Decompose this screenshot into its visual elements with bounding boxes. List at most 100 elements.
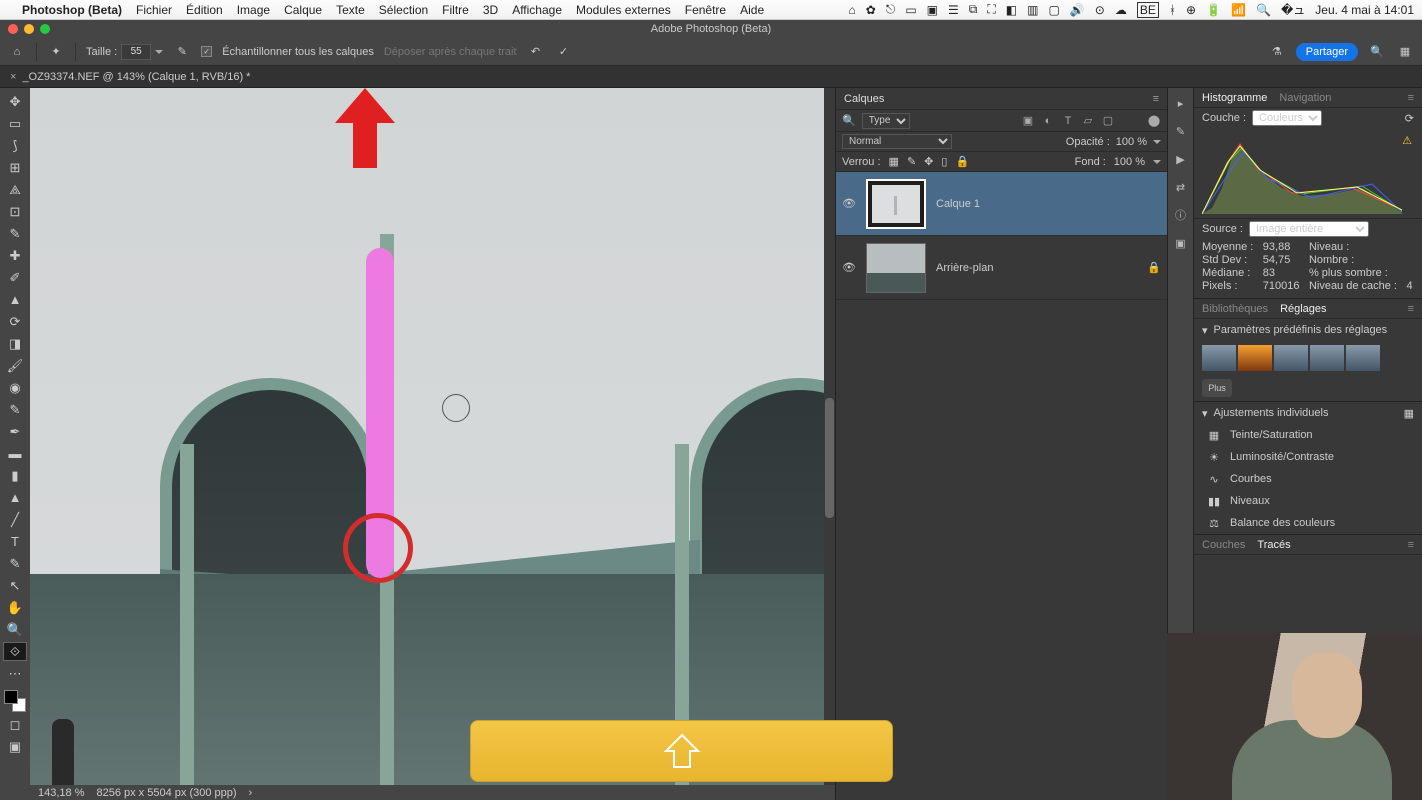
- visibility-icon[interactable]: 👁: [842, 197, 856, 210]
- size-input[interactable]: [121, 44, 151, 60]
- menu-window[interactable]: Fenêtre: [685, 3, 726, 17]
- document-canvas[interactable]: [30, 88, 824, 794]
- tray-icon[interactable]: ▭: [905, 3, 916, 17]
- paths-tab[interactable]: Tracés: [1257, 539, 1290, 551]
- quick-select-tool[interactable]: ⊞: [3, 158, 27, 177]
- tray-icon[interactable]: ▢: [1048, 3, 1059, 17]
- filter-adjust-icon[interactable]: ◐: [1041, 114, 1055, 128]
- frame-tool[interactable]: ⊡: [3, 202, 27, 221]
- screen-mode-icon[interactable]: ▣: [3, 737, 27, 756]
- flask-icon[interactable]: ⚗: [1268, 43, 1286, 61]
- adjust-icon[interactable]: ⇄: [1172, 178, 1190, 196]
- menu-file[interactable]: Fichier: [136, 3, 172, 17]
- panel-expand-icon[interactable]: ▸: [1172, 94, 1190, 112]
- panel-menu-icon[interactable]: ≡: [1153, 93, 1159, 105]
- line-tool[interactable]: ╱: [3, 510, 27, 529]
- tray-icon[interactable]: ⎋: [886, 2, 896, 17]
- blend-mode-select[interactable]: Normal: [842, 134, 952, 149]
- panel-menu-icon[interactable]: ≡: [1408, 92, 1414, 104]
- canvas-scrollbar[interactable]: [824, 88, 835, 800]
- preset-thumb[interactable]: [1274, 345, 1308, 371]
- search-icon[interactable]: 🔍: [1368, 43, 1386, 61]
- path-select-tool[interactable]: ✎: [3, 554, 27, 573]
- tray-icon[interactable]: ☰: [948, 3, 959, 17]
- menu-selection[interactable]: Sélection: [379, 3, 428, 17]
- filter-type-icon[interactable]: T: [1061, 114, 1075, 128]
- tray-icon[interactable]: ☁: [1115, 3, 1127, 17]
- layer-row[interactable]: 👁 Arrière-plan 🔒: [836, 236, 1167, 300]
- menu-3d[interactable]: 3D: [483, 3, 498, 17]
- healing-tool[interactable]: ✚: [3, 246, 27, 265]
- lock-artboard-icon[interactable]: ▯: [941, 155, 947, 168]
- layer-thumbnail[interactable]: [866, 243, 926, 293]
- tray-icon[interactable]: ⛶: [987, 2, 995, 17]
- filter-shape-icon[interactable]: ▱: [1081, 114, 1095, 128]
- brushes-icon[interactable]: ✎: [1172, 122, 1190, 140]
- clock[interactable]: Jeu. 4 mai à 14:01: [1315, 3, 1414, 17]
- menu-view[interactable]: Affichage: [512, 3, 562, 17]
- libraries-tab[interactable]: Bibliothèques: [1202, 303, 1268, 315]
- adjust-brightness[interactable]: ☀Luminosité/Contraste: [1194, 446, 1422, 468]
- menu-layer[interactable]: Calque: [284, 3, 322, 17]
- pressure-icon[interactable]: ✎: [173, 43, 191, 61]
- lasso-tool[interactable]: ⟆: [3, 136, 27, 155]
- menu-image[interactable]: Image: [237, 3, 270, 17]
- edit-toolbar[interactable]: ⋯: [3, 664, 27, 683]
- adjustments-tab[interactable]: Réglages: [1280, 303, 1326, 315]
- adjust-color-balance[interactable]: ⚖Balance des couleurs: [1194, 512, 1422, 534]
- tool-preset-icon[interactable]: ✦: [47, 43, 65, 61]
- marquee-tool[interactable]: ▭: [3, 114, 27, 133]
- close-tab-icon[interactable]: ×: [10, 71, 16, 83]
- direct-select-tool[interactable]: ↖: [3, 576, 27, 595]
- bucket-tool[interactable]: ▮: [3, 466, 27, 485]
- pen-tool[interactable]: ✒: [3, 422, 27, 441]
- workspace-icon[interactable]: ▦: [1396, 43, 1414, 61]
- menu-edit[interactable]: Édition: [186, 3, 223, 17]
- adjust-curves[interactable]: ∿Courbes: [1194, 468, 1422, 490]
- search-icon[interactable]: 🔍: [1256, 3, 1271, 17]
- lock-transparency-icon[interactable]: ▦: [889, 155, 899, 168]
- filter-toggle-icon[interactable]: ⬤: [1147, 114, 1161, 128]
- filter-smart-icon[interactable]: ▢: [1101, 114, 1115, 128]
- remove-tool[interactable]: ⟐: [3, 642, 27, 661]
- tray-icon[interactable]: ⌂: [849, 3, 856, 17]
- layer-name[interactable]: Calque 1: [936, 198, 980, 210]
- wifi-icon[interactable]: 📶: [1231, 3, 1246, 17]
- preset-thumb[interactable]: [1238, 345, 1272, 371]
- dodge-tool[interactable]: ✎: [3, 400, 27, 419]
- size-dropdown-icon[interactable]: [155, 50, 163, 54]
- crop-tool[interactable]: ⟁: [3, 180, 27, 199]
- status-chevron-icon[interactable]: ›: [249, 787, 253, 799]
- menu-help[interactable]: Aide: [740, 3, 764, 17]
- source-select[interactable]: Image entière: [1249, 221, 1369, 237]
- visibility-icon[interactable]: 👁: [842, 261, 856, 274]
- lock-position-icon[interactable]: ✥: [924, 155, 933, 168]
- home-icon[interactable]: ⌂: [8, 43, 26, 61]
- channel-select[interactable]: Couleurs: [1252, 110, 1322, 126]
- channels-tab[interactable]: Couches: [1202, 539, 1245, 551]
- filter-pixel-icon[interactable]: ▣: [1021, 114, 1035, 128]
- tray-icon[interactable]: ⊙: [1095, 3, 1105, 17]
- tray-icon[interactable]: ✿: [866, 3, 876, 17]
- fill-value[interactable]: 100 %: [1114, 156, 1145, 168]
- tray-icon[interactable]: 🔊: [1070, 3, 1085, 17]
- tray-icon[interactable]: ◧: [1006, 3, 1017, 17]
- commit-icon[interactable]: ✓: [555, 43, 573, 61]
- lock-pixels-icon[interactable]: ✎: [907, 155, 916, 168]
- menu-text[interactable]: Texte: [336, 3, 365, 17]
- info-icon[interactable]: ⓘ: [1172, 206, 1190, 224]
- layer-row[interactable]: 👁 Calque 1: [836, 172, 1167, 236]
- layers-tab[interactable]: Calques: [844, 93, 884, 105]
- lang-indicator[interactable]: BE: [1137, 2, 1159, 18]
- share-button[interactable]: Partager: [1296, 43, 1358, 61]
- lock-icon[interactable]: 🔒: [1147, 261, 1161, 274]
- adjust-levels[interactable]: ▮▮Niveaux: [1194, 490, 1422, 512]
- lock-all-icon[interactable]: 🔒: [955, 155, 969, 168]
- blur-tool[interactable]: ◉: [3, 378, 27, 397]
- brush-tool[interactable]: ✐: [3, 268, 27, 287]
- control-center-icon[interactable]: �ュ: [1281, 1, 1305, 18]
- preset-thumb[interactable]: [1202, 345, 1236, 371]
- type-tool[interactable]: T: [3, 532, 27, 551]
- warning-icon[interactable]: ⚠: [1402, 134, 1412, 147]
- panel-menu-icon[interactable]: ≡: [1408, 303, 1414, 315]
